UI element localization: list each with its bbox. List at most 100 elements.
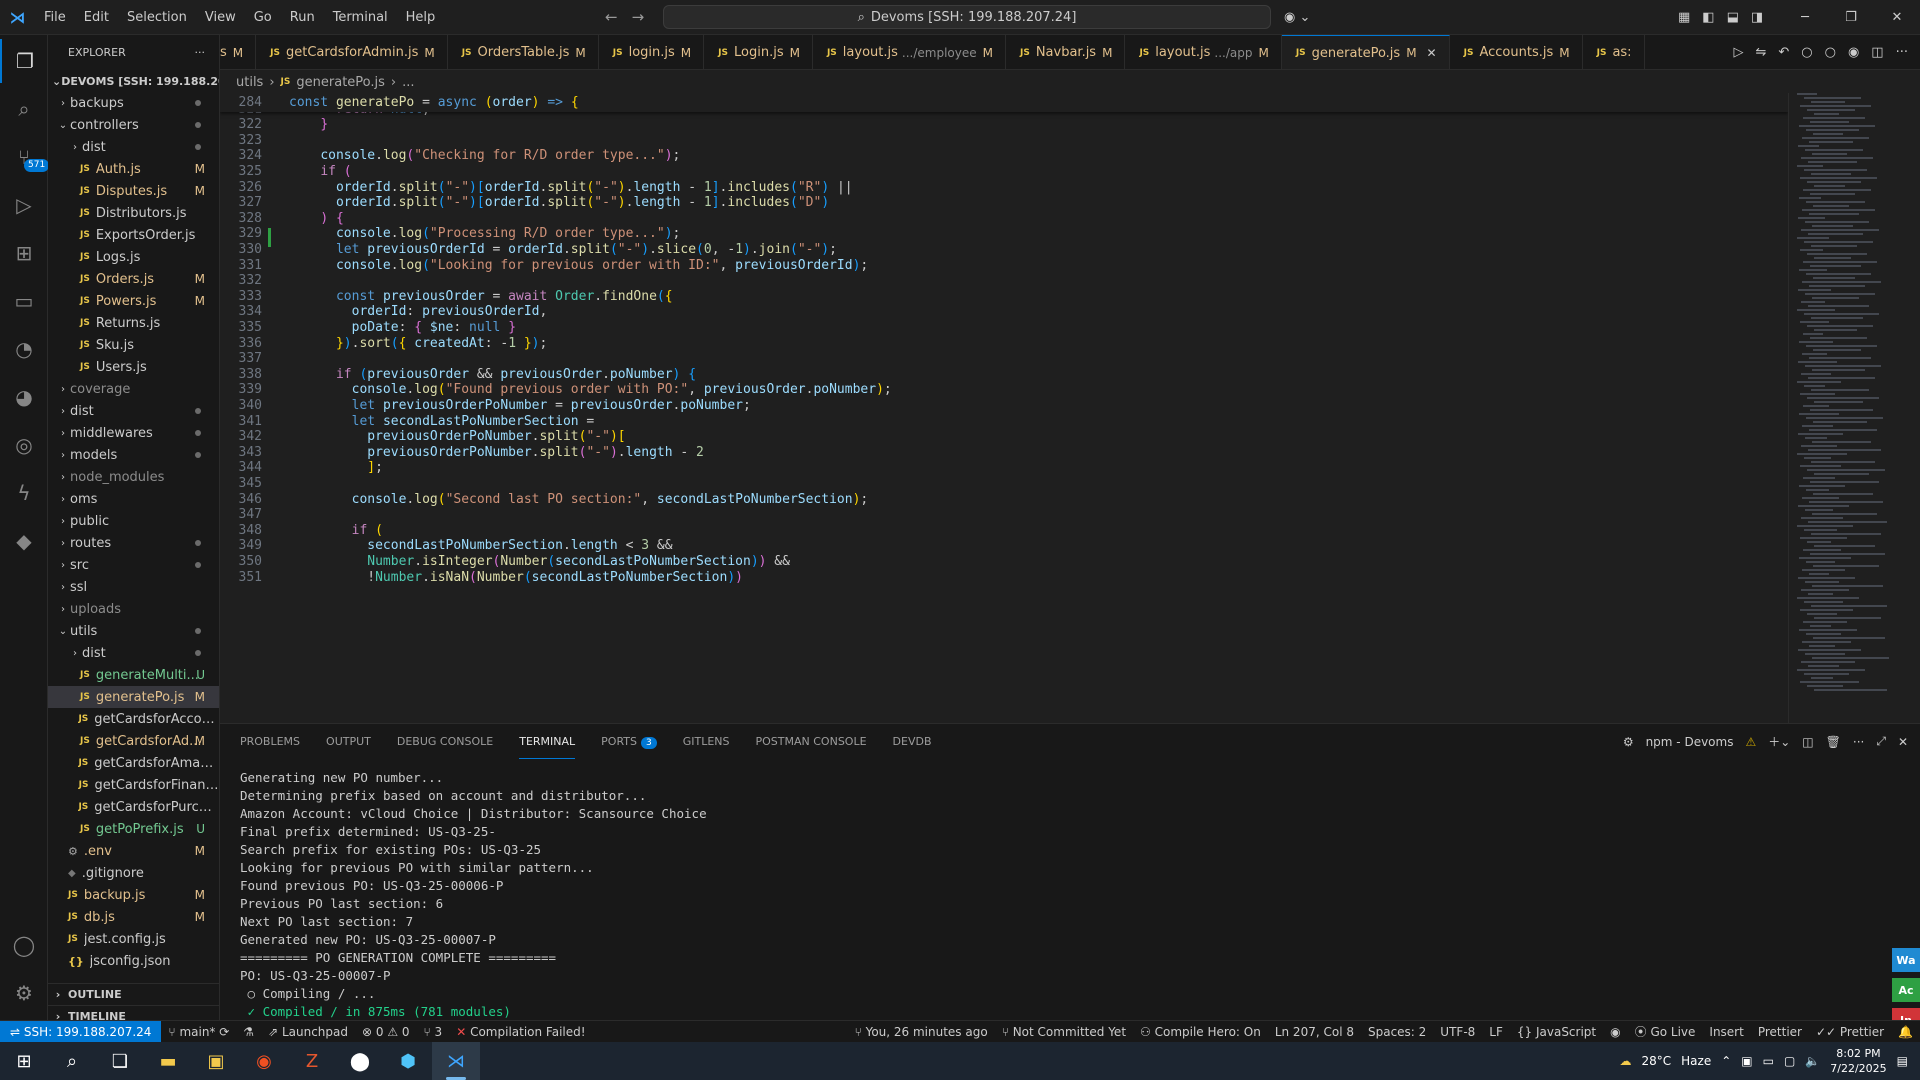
tree-file[interactable]: JS ExportsOrder.js — [48, 224, 219, 246]
zoom-app-icon[interactable]: Z — [288, 1042, 336, 1080]
command-center[interactable]: ⌕ Devoms [SSH: 199.188.207.24] — [663, 5, 1271, 29]
python-icon[interactable]: ◆ — [0, 519, 48, 563]
editor-tab[interactable]: JS layout.js .../employee M — [813, 35, 1006, 69]
kill-terminal-icon[interactable]: 🗑 — [1826, 735, 1841, 749]
minimize-icon[interactable]: ─ — [1782, 0, 1828, 35]
notification-center-icon[interactable]: ▤ — [1897, 1054, 1908, 1068]
menu-item-terminal[interactable]: Terminal — [324, 0, 397, 35]
editor-tab[interactable]: JS login.js M — [599, 35, 705, 69]
editor-tab[interactable]: JS OrdersTable.js M — [448, 35, 599, 69]
tree-file[interactable]: JS Disputes.js M — [48, 180, 219, 202]
tree-folder[interactable]: › models — [48, 444, 219, 466]
forward-arrow-icon[interactable]: → — [632, 0, 645, 35]
taskbar-search-icon[interactable]: ⌕ — [48, 1042, 96, 1080]
cursor-app-icon[interactable]: ⬤ — [336, 1042, 384, 1080]
battery-icon[interactable]: ▭ — [1763, 1054, 1774, 1068]
volume-icon[interactable]: 🔈 — [1805, 1054, 1820, 1068]
minimap[interactable] — [1788, 93, 1920, 723]
tree-file[interactable]: JS backup.js M — [48, 884, 219, 906]
tree-folder[interactable]: › routes — [48, 532, 219, 554]
remote-explorer-icon[interactable]: ▭ — [0, 279, 48, 323]
panel-tab-ports[interactable]: PORTS 3 — [601, 724, 657, 759]
editor-tab[interactable]: JS Login.js M — [704, 35, 813, 69]
tree-file[interactable]: JS getCardsforAd... M — [48, 730, 219, 752]
tree-file[interactable]: JS db.js M — [48, 906, 219, 928]
prettier-check-status[interactable]: ✓✓ Prettier — [1809, 1021, 1891, 1043]
clock[interactable]: 8:02 PM 7/22/2025 — [1830, 1046, 1886, 1076]
tree-file[interactable]: JS Returns.js — [48, 312, 219, 334]
editor-tab[interactable]: JS Navbar.js M — [1006, 35, 1126, 69]
tree-folder[interactable]: › oms — [48, 488, 219, 510]
tree-folder[interactable]: › middlewares — [48, 422, 219, 444]
gitlens-inspect-icon[interactable]: ◎ — [0, 423, 48, 467]
tree-file[interactable]: JS Powers.js M — [48, 290, 219, 312]
tree-folder[interactable]: › dist — [48, 642, 219, 664]
toggle-sidebar-icon[interactable]: ◧ — [1702, 0, 1714, 35]
close-tab-icon[interactable]: ✕ — [1427, 46, 1437, 60]
terminal-output[interactable]: Generating new PO number... Determining p… — [240, 769, 1880, 1021]
menu-item-run[interactable]: Run — [281, 0, 324, 35]
side-notification-1[interactable]: Ac — [1892, 978, 1920, 1002]
weather-temp[interactable]: 28°C — [1641, 1054, 1671, 1068]
tree-folder[interactable]: › dist — [48, 136, 219, 158]
microsoft-store-icon[interactable]: ▣ — [192, 1042, 240, 1080]
panel-tab-problems[interactable]: PROBLEMS — [240, 724, 300, 759]
tree-file[interactable]: JS generatePo.js M — [48, 686, 219, 708]
tree-file[interactable]: JS generateMulti... U — [48, 664, 219, 686]
problems-status[interactable]: ⊗ 0 ⚠ 0 — [355, 1021, 417, 1043]
tree-folder[interactable]: › coverage — [48, 378, 219, 400]
tree-folder[interactable]: › src — [48, 554, 219, 576]
tree-folder[interactable]: › backups — [48, 92, 219, 114]
search-icon[interactable]: ⌕ — [0, 87, 48, 131]
breadcrumb-file[interactable]: generatePo.js — [296, 75, 385, 90]
more-actions-icon[interactable]: ··· — [1853, 735, 1864, 749]
tree-folder[interactable]: › ssl — [48, 576, 219, 598]
split-editor-icon[interactable]: ◫ — [1871, 45, 1883, 60]
maximize-panel-icon[interactable]: ⤢ — [1876, 734, 1886, 749]
breadcrumb-symbol[interactable]: ... — [402, 75, 414, 90]
editor-tab[interactable]: JS layout.js .../app M — [1125, 35, 1282, 69]
launchpad-status[interactable]: ⇗ Launchpad — [261, 1021, 355, 1043]
gitlens-actions-icon[interactable]: ◉ — [1848, 45, 1859, 60]
editor-tab[interactable]: JS getCardsforAdmin.js M — [256, 35, 448, 69]
panel-tab-devdb[interactable]: DEVDB — [893, 724, 932, 759]
editor-tab[interactable]: JS as: — [1583, 35, 1645, 69]
prettier-status[interactable]: Prettier — [1751, 1021, 1809, 1043]
source-control-icon[interactable]: ⑂ 571 — [0, 135, 50, 179]
outline-section[interactable]: › OUTLINE — [48, 983, 219, 1005]
tree-file[interactable]: ◆ .gitignore — [48, 862, 219, 884]
back-arrow-icon[interactable]: ← — [605, 0, 618, 35]
tree-file[interactable]: JS getPoPrefix.js U — [48, 818, 219, 840]
postman-icon[interactable]: ◕ — [0, 375, 48, 419]
next-change-icon[interactable]: ○ — [1825, 45, 1836, 60]
panel-tab-output[interactable]: OUTPUT — [326, 724, 371, 759]
tree-file[interactable]: JS Auth.js M — [48, 158, 219, 180]
panel-tab-postman-console[interactable]: POSTMAN CONSOLE — [756, 724, 867, 759]
commit-status[interactable]: ⑂ Not Committed Yet — [995, 1021, 1133, 1043]
tree-folder[interactable]: › uploads — [48, 598, 219, 620]
more-actions-icon[interactable]: ··· — [195, 46, 206, 59]
panel-tab-terminal[interactable]: TERMINAL — [519, 724, 576, 759]
tree-file[interactable]: JS Orders.js M — [48, 268, 219, 290]
compare-changes-icon[interactable]: ⇋ — [1755, 45, 1766, 60]
gitlens-status-icon[interactable]: ⚗ — [236, 1021, 261, 1043]
tray-app-icon[interactable]: ▣ — [1741, 1054, 1752, 1068]
editor-tab[interactable]: JS generatePo.js M ✕ — [1281, 35, 1450, 69]
restore-icon[interactable]: ❐ — [1828, 0, 1874, 35]
menu-item-help[interactable]: Help — [397, 0, 445, 35]
tree-file[interactable]: {} jsconfig.json — [48, 950, 219, 972]
weather-desc[interactable]: Haze — [1681, 1054, 1711, 1068]
menu-item-go[interactable]: Go — [245, 0, 281, 35]
menu-item-edit[interactable]: Edit — [75, 0, 118, 35]
toggle-secondary-sidebar-icon[interactable]: ◨ — [1751, 0, 1763, 35]
explorer-icon[interactable]: ❐ — [0, 39, 48, 83]
toggle-panel-icon[interactable]: ⬓ — [1727, 0, 1739, 35]
new-terminal-icon[interactable]: ＋⌄ — [1768, 733, 1790, 750]
file-explorer-icon[interactable]: ▬ — [144, 1042, 192, 1080]
tree-file[interactable]: JS Logs.js — [48, 246, 219, 268]
tree-file[interactable]: JS jest.config.js — [48, 928, 219, 950]
tree-file[interactable]: JS Distributors.js — [48, 202, 219, 224]
more-actions-icon[interactable]: ··· — [1896, 45, 1908, 60]
tree-folder[interactable]: ⌄ utils — [48, 620, 219, 642]
remote-indicator[interactable]: ⇌ SSH: 199.188.207.24 — [0, 1020, 162, 1043]
